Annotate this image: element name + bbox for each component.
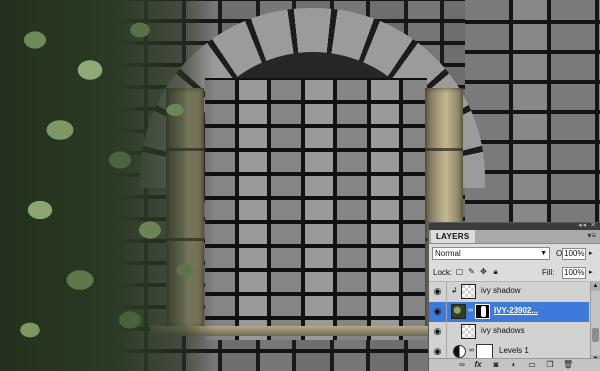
tab-layers[interactable]: LAYERS	[431, 230, 475, 243]
adjustment-layer-icon	[453, 345, 466, 358]
lock-all-icon[interactable]: 🔒︎	[491, 267, 500, 276]
layer-name[interactable]: ivy shadow	[481, 286, 521, 295]
blend-row: Normal ▼ Opacity: 100% ▸	[429, 244, 600, 264]
clipping-arrow-icon: ↲	[451, 286, 458, 295]
new-group-icon[interactable]: ▭	[527, 360, 537, 370]
layer-row-ivy-shadows[interactable]: ◉ ivy shadows	[429, 322, 589, 343]
eye-icon[interactable]: ◉	[432, 346, 443, 357]
panel-tab-row: LAYERS ▾≡	[429, 230, 600, 244]
layer-name[interactable]: IVY-23902...	[494, 306, 538, 315]
layer-thumbnail	[461, 284, 476, 299]
layer-list: ◉ ↲ ivy shadow ◉ ∞ IVY-23902... ◉ ivy sh…	[429, 282, 600, 364]
layers-scrollbar[interactable]: ▲ ▼	[590, 282, 600, 364]
scroll-up-icon[interactable]: ▲	[591, 282, 600, 291]
delete-layer-icon[interactable]: 🗑︎	[563, 360, 573, 370]
blend-mode-select[interactable]: Normal ▼	[432, 247, 550, 260]
opacity-slider-icon[interactable]: ▸	[589, 249, 593, 257]
lock-pixels-icon[interactable]: ✎	[467, 267, 476, 276]
layer-row-ivy-image[interactable]: ◉ ∞ IVY-23902...	[429, 302, 589, 323]
fill-slider-icon[interactable]: ▸	[589, 268, 593, 276]
visibility-divider	[446, 302, 447, 322]
layers-panel: ◂◂ ✕ LAYERS ▾≡ Normal ▼ Opacity: 100% ▸ …	[428, 222, 600, 371]
collapse-close-icons[interactable]: ◂◂ ✕	[578, 221, 597, 229]
lock-label: Lock:	[433, 268, 453, 277]
ivy-foliage	[0, 0, 215, 371]
eye-icon[interactable]: ◉	[432, 306, 443, 317]
lock-transparency-icon[interactable]: ▢	[455, 267, 464, 276]
panel-menu-icon[interactable]: ▾≡	[587, 231, 596, 240]
layer-thumbnail	[461, 324, 476, 339]
eye-icon[interactable]: ◉	[432, 326, 443, 337]
new-layer-icon[interactable]: ❐	[545, 360, 555, 370]
layer-name[interactable]: ivy shadows	[481, 326, 525, 335]
lock-position-icon[interactable]: ✥	[479, 267, 488, 276]
chain-link-icon[interactable]: ∞	[468, 307, 473, 314]
layer-name[interactable]: Levels 1	[499, 346, 529, 355]
lock-row: Lock: ▢ ✎ ✥ 🔒︎ Fill: 100% ▸	[429, 264, 600, 282]
chevron-down-icon: ▼	[540, 250, 547, 257]
layer-thumbnail	[451, 304, 466, 319]
fill-input[interactable]: 100%	[562, 267, 586, 279]
opacity-input[interactable]: 100%	[562, 248, 586, 260]
eye-icon[interactable]: ◉	[432, 286, 443, 297]
visibility-divider	[446, 322, 447, 342]
chain-link-icon[interactable]: ∞	[469, 347, 474, 354]
stone-wall-right	[465, 0, 600, 230]
add-mask-icon[interactable]: ◙	[491, 360, 501, 370]
chain-link-icon[interactable]: ∞	[457, 360, 467, 370]
panel-title-bar[interactable]: ◂◂ ✕	[429, 221, 600, 230]
layer-row-ivy-shadow[interactable]: ◉ ↲ ivy shadow	[429, 282, 589, 303]
bricked-doorway	[205, 78, 427, 340]
adjustment-layer-icon[interactable]: ◐	[509, 360, 519, 370]
blend-mode-value: Normal	[435, 249, 461, 258]
fill-label: Fill:	[542, 268, 555, 277]
layers-bottom-toolbar: ∞ fx ◙ ◐ ▭ ❐ 🗑︎	[429, 358, 600, 371]
fx-icon[interactable]: fx	[473, 360, 483, 370]
scroll-thumb[interactable]	[592, 328, 599, 342]
layer-mask-thumbnail[interactable]	[475, 304, 490, 319]
visibility-divider	[446, 282, 447, 302]
